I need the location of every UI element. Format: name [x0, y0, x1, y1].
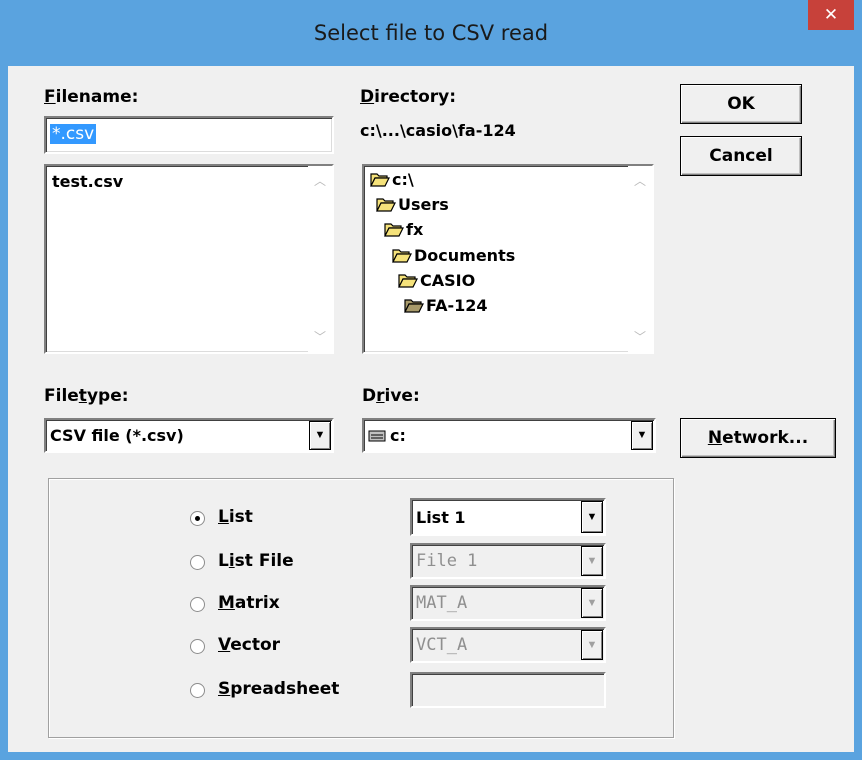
title-bar[interactable]: Select file to CSV read ✕ — [0, 0, 862, 66]
scroll-up-icon[interactable]: ︿ — [308, 170, 332, 192]
chevron-down-icon: ▼ — [581, 630, 603, 660]
drive-select[interactable]: c: ▼ — [362, 418, 656, 453]
radio-button[interactable] — [190, 683, 205, 698]
radio-button[interactable] — [190, 597, 205, 612]
radio-button[interactable] — [190, 555, 205, 570]
window-title: Select file to CSV read — [313, 21, 549, 45]
file-list-item[interactable]: test.csv — [52, 172, 123, 191]
chevron-down-icon: ▼ — [581, 588, 603, 618]
list-select[interactable]: List 1 ▼ — [410, 498, 606, 536]
filename-label: Filename: — [44, 87, 139, 107]
dir-item[interactable]: Users — [376, 195, 449, 219]
drive-value-text: c: — [390, 426, 406, 445]
file-list-scrollbar[interactable]: ︿ ﹀ — [308, 166, 332, 352]
filetype-select[interactable]: CSV file (*.csv) ▼ — [44, 418, 334, 453]
radio-button[interactable] — [190, 639, 205, 654]
radio-button[interactable] — [190, 511, 205, 526]
dialog-window: Select file to CSV read ✕ Filename: *.cs… — [0, 0, 862, 760]
file-list[interactable]: test.csv ︿ ﹀ — [44, 164, 334, 354]
filetype-label: Filetype: — [44, 386, 129, 406]
filename-input[interactable]: *.csv — [44, 116, 334, 154]
vector-select-value: VCT_A — [416, 635, 468, 655]
vector-select: VCT_A ▼ — [410, 627, 606, 663]
network-button[interactable]: Network... — [680, 418, 836, 458]
close-icon: ✕ — [823, 5, 839, 25]
filename-input-value: *.csv — [50, 124, 97, 144]
dir-item-current[interactable]: FA-124 — [404, 296, 488, 320]
filetype-select-value: CSV file (*.csv) — [50, 426, 184, 445]
drive-icon — [368, 430, 386, 441]
folder-open-icon — [398, 274, 418, 288]
list-file-select: File 1 ▼ — [410, 543, 606, 579]
matrix-select: MAT_A ▼ — [410, 585, 606, 621]
directory-path: c:\...\casio\fa-124 — [360, 121, 516, 140]
folder-open-icon — [404, 299, 424, 313]
dir-item[interactable]: CASIO — [398, 271, 475, 295]
chevron-down-icon[interactable]: ▼ — [631, 421, 653, 450]
close-button[interactable]: ✕ — [808, 0, 854, 30]
list-file-select-value: File 1 — [416, 551, 478, 571]
dir-item[interactable]: fx — [384, 220, 423, 244]
ok-button[interactable]: OK — [680, 84, 802, 124]
folder-open-icon — [384, 223, 404, 237]
directory-tree[interactable]: c:\ Users fx Documents CASIO FA-124 ︿ ﹀ — [362, 164, 654, 354]
drive-label: Drive: — [362, 386, 420, 406]
spreadsheet-input — [410, 672, 606, 708]
scroll-down-icon[interactable]: ﹀ — [308, 326, 332, 348]
list-select-value: List 1 — [416, 507, 466, 527]
scroll-down-icon[interactable]: ﹀ — [628, 326, 652, 348]
folder-open-icon — [376, 198, 396, 212]
chevron-down-icon: ▼ — [581, 546, 603, 576]
dialog-client-area: Filename: *.csv test.csv ︿ ﹀ Directory: … — [8, 66, 854, 752]
folder-open-icon — [392, 249, 412, 263]
drive-select-value: c: — [368, 420, 406, 451]
chevron-down-icon[interactable]: ▼ — [309, 421, 331, 450]
chevron-down-icon[interactable]: ▼ — [581, 501, 603, 533]
matrix-select-value: MAT_A — [416, 593, 468, 613]
dir-item[interactable]: c:\ — [370, 170, 414, 194]
directory-label: Directory: — [360, 87, 457, 107]
dir-item[interactable]: Documents — [392, 246, 515, 270]
options-group: List List File Matrix Vector Spreadsheet… — [48, 478, 674, 738]
folder-open-icon — [370, 173, 390, 187]
cancel-button[interactable]: Cancel — [680, 136, 802, 176]
scroll-up-icon[interactable]: ︿ — [628, 170, 652, 192]
directory-scrollbar[interactable]: ︿ ﹀ — [628, 166, 652, 352]
